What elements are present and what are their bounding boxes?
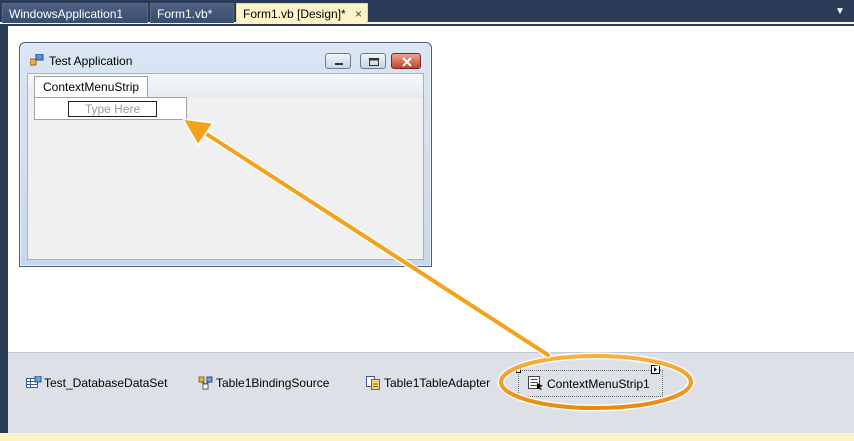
highlight-ellipse-stroke — [499, 354, 693, 410]
annotation-arrow-line — [203, 131, 550, 357]
annotation-overlay — [181, 118, 695, 412]
